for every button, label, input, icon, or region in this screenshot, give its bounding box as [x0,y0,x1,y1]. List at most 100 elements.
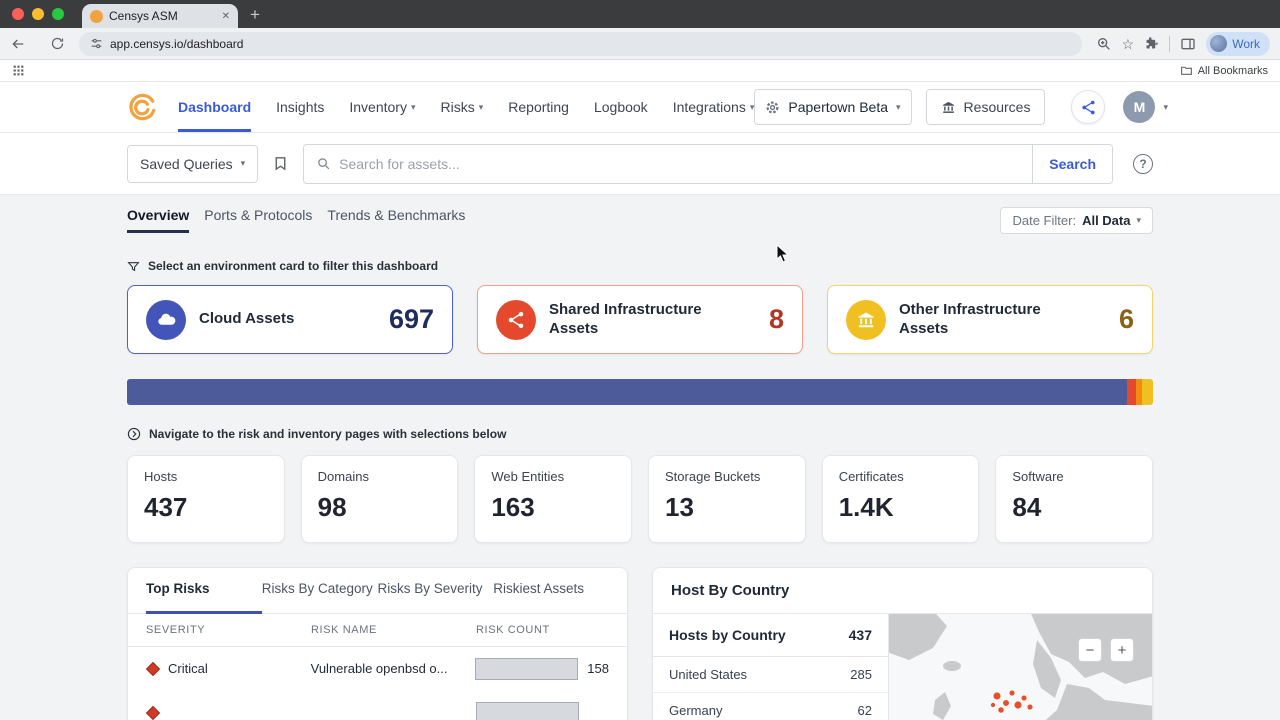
stacked-bar-segment-other-b [1141,379,1153,405]
extensions-icon[interactable] [1144,36,1159,51]
list-item[interactable]: Germany 62 [653,693,888,720]
list-item[interactable]: United States 285 [653,657,888,693]
metric-card-domains[interactable]: Domains 98 [300,455,459,543]
apps-grid-icon[interactable] [12,64,25,77]
nav-integrations[interactable]: Integrations ▾ [673,82,755,132]
date-filter-dropdown[interactable]: Date Filter: All Data ▾ [1000,207,1153,234]
env-card-shared-infrastructure[interactable]: Shared Infrastructure Assets 8 [477,285,803,354]
severity-label: Critical [168,661,208,677]
metric-value: 163 [491,492,535,522]
nav-logbook[interactable]: Logbook [594,82,648,132]
metric-card-storage-buckets[interactable]: Storage Buckets 13 [648,455,806,543]
stacked-bar-segment-shared [1127,379,1136,405]
nav-insights[interactable]: Insights [276,82,324,132]
metric-label: Hosts [144,469,178,484]
share-network-button[interactable] [1071,90,1106,124]
country-count: 285 [850,667,872,682]
search-row: Saved Queries ▾ Search ? [0,133,1280,195]
side-panel-icon[interactable] [1180,36,1196,52]
metric-card-hosts[interactable]: Hosts 437 [127,455,285,543]
zoom-icon[interactable] [1096,36,1112,52]
nav-dashboard[interactable]: Dashboard [178,82,252,132]
cloud-icon [146,299,186,340]
share-nodes-icon [496,299,536,340]
resources-button[interactable]: Resources [925,89,1046,125]
country-list-total: 437 [848,627,872,643]
saved-queries-dropdown[interactable]: Saved Queries ▾ [127,144,259,183]
risk-count-bar [475,657,579,680]
toolbar-divider [1169,35,1171,52]
nav-risks[interactable]: Risks ▾ [441,82,484,132]
metric-value: 13 [665,492,694,522]
metric-card-software[interactable]: Software 84 [995,455,1154,543]
filter-funnel-icon [127,260,140,273]
help-icon[interactable]: ? [1133,153,1153,174]
top-risks-panel: Top Risks Risks By Category Risks By Sev… [127,567,628,720]
env-card-cloud-assets[interactable]: Cloud Assets 697 [127,285,453,354]
folder-icon [1180,64,1193,77]
table-row[interactable]: Critical Vulnerable openbsd o... 158 [128,647,627,691]
page: Censys ASM ✕ + app.censys.io/dashboard ☆ [0,0,1280,720]
profile-avatar [1210,35,1228,52]
search-button[interactable]: Search [1032,144,1112,183]
metric-value: 437 [144,492,188,522]
risk-panel-tabs: Top Risks Risks By Category Risks By Sev… [128,568,627,614]
col-severity: SEVERITY [146,623,206,636]
close-window-button[interactable] [12,8,24,20]
bookmark-icon[interactable] [272,155,289,172]
chevron-down-icon: ▾ [749,101,755,112]
tab-close-icon[interactable]: ✕ [222,11,230,22]
zoom-out-button[interactable]: − [1078,638,1102,662]
account-chevron-down-icon[interactable]: ▾ [1163,102,1168,113]
stacked-bar-segment-cloud [127,379,1128,405]
tab-riskiest-assets[interactable]: Riskiest Assets [493,580,609,613]
tab-risks-by-severity[interactable]: Risks By Severity [378,580,494,613]
fullscreen-window-button[interactable] [52,8,64,20]
browser-tab[interactable]: Censys ASM ✕ [82,4,238,28]
workspace-selector[interactable]: Papertown Beta ▾ [754,89,912,125]
all-bookmarks[interactable]: All Bookmarks [1180,64,1268,77]
user-avatar[interactable]: M [1123,91,1156,123]
minimize-window-button[interactable] [32,8,44,20]
bookmarks-bar: All Bookmarks [0,60,1280,82]
env-card-other-infrastructure[interactable]: Other Infrastructure Assets 6 [827,285,1153,354]
nav-inventory[interactable]: Inventory ▾ [349,82,415,132]
dashboard-tabs: Overview Ports & Protocols Trends & Benc… [127,207,1153,237]
tab-risks-by-category[interactable]: Risks By Category [262,580,378,613]
date-filter-label: Date Filter: [1012,213,1077,228]
site-settings-icon[interactable] [90,37,103,50]
search-input[interactable] [339,155,1021,172]
tab-trends-benchmarks[interactable]: Trends & Benchmarks [327,207,465,230]
tab-overview[interactable]: Overview [127,207,190,233]
dashboard-content: Overview Ports & Protocols Trends & Benc… [0,195,1280,720]
environment-stacked-bar[interactable] [127,379,1153,405]
browser-profile-chip[interactable]: Work [1206,31,1270,56]
new-tab-button[interactable]: + [250,6,260,23]
navigate-hint: Navigate to the risk and inventory pages… [127,427,1153,441]
metric-label: Domains [317,469,369,484]
table-row[interactable] [128,691,627,720]
col-risk-name: RISK NAME [311,623,377,636]
metric-card-web-entities[interactable]: Web Entities 163 [474,455,633,543]
back-icon[interactable] [10,36,26,52]
bookmark-star-icon[interactable]: ☆ [1122,37,1135,51]
country-name: United States [669,667,748,682]
zoom-in-button[interactable]: + [1110,638,1134,662]
url-text: app.censys.io/dashboard [110,36,244,51]
tab-top-risks[interactable]: Top Risks [146,580,262,614]
mouse-cursor [776,243,790,268]
country-map[interactable]: − + [889,614,1152,720]
nav-reporting[interactable]: Reporting [508,82,569,132]
tab-ports-protocols[interactable]: Ports & Protocols [204,207,312,230]
saved-queries-label: Saved Queries [140,155,233,172]
search-field[interactable] [304,145,1032,183]
col-risk-count: RISK COUNT [476,623,550,636]
metric-cards: Hosts 437 Domains 98 Web Entities 163 St… [127,455,1154,543]
refresh-icon[interactable] [50,36,65,51]
app-header: Dashboard Insights Inventory ▾ Risks ▾ Rep… [0,82,1280,133]
address-bar[interactable]: app.censys.io/dashboard [79,31,1082,56]
circle-arrow-icon [127,427,141,441]
metric-card-certificates[interactable]: Certificates 1.4K [821,455,980,543]
all-bookmarks-label: All Bookmarks [1197,64,1268,77]
risk-count-value: 158 [587,661,609,677]
